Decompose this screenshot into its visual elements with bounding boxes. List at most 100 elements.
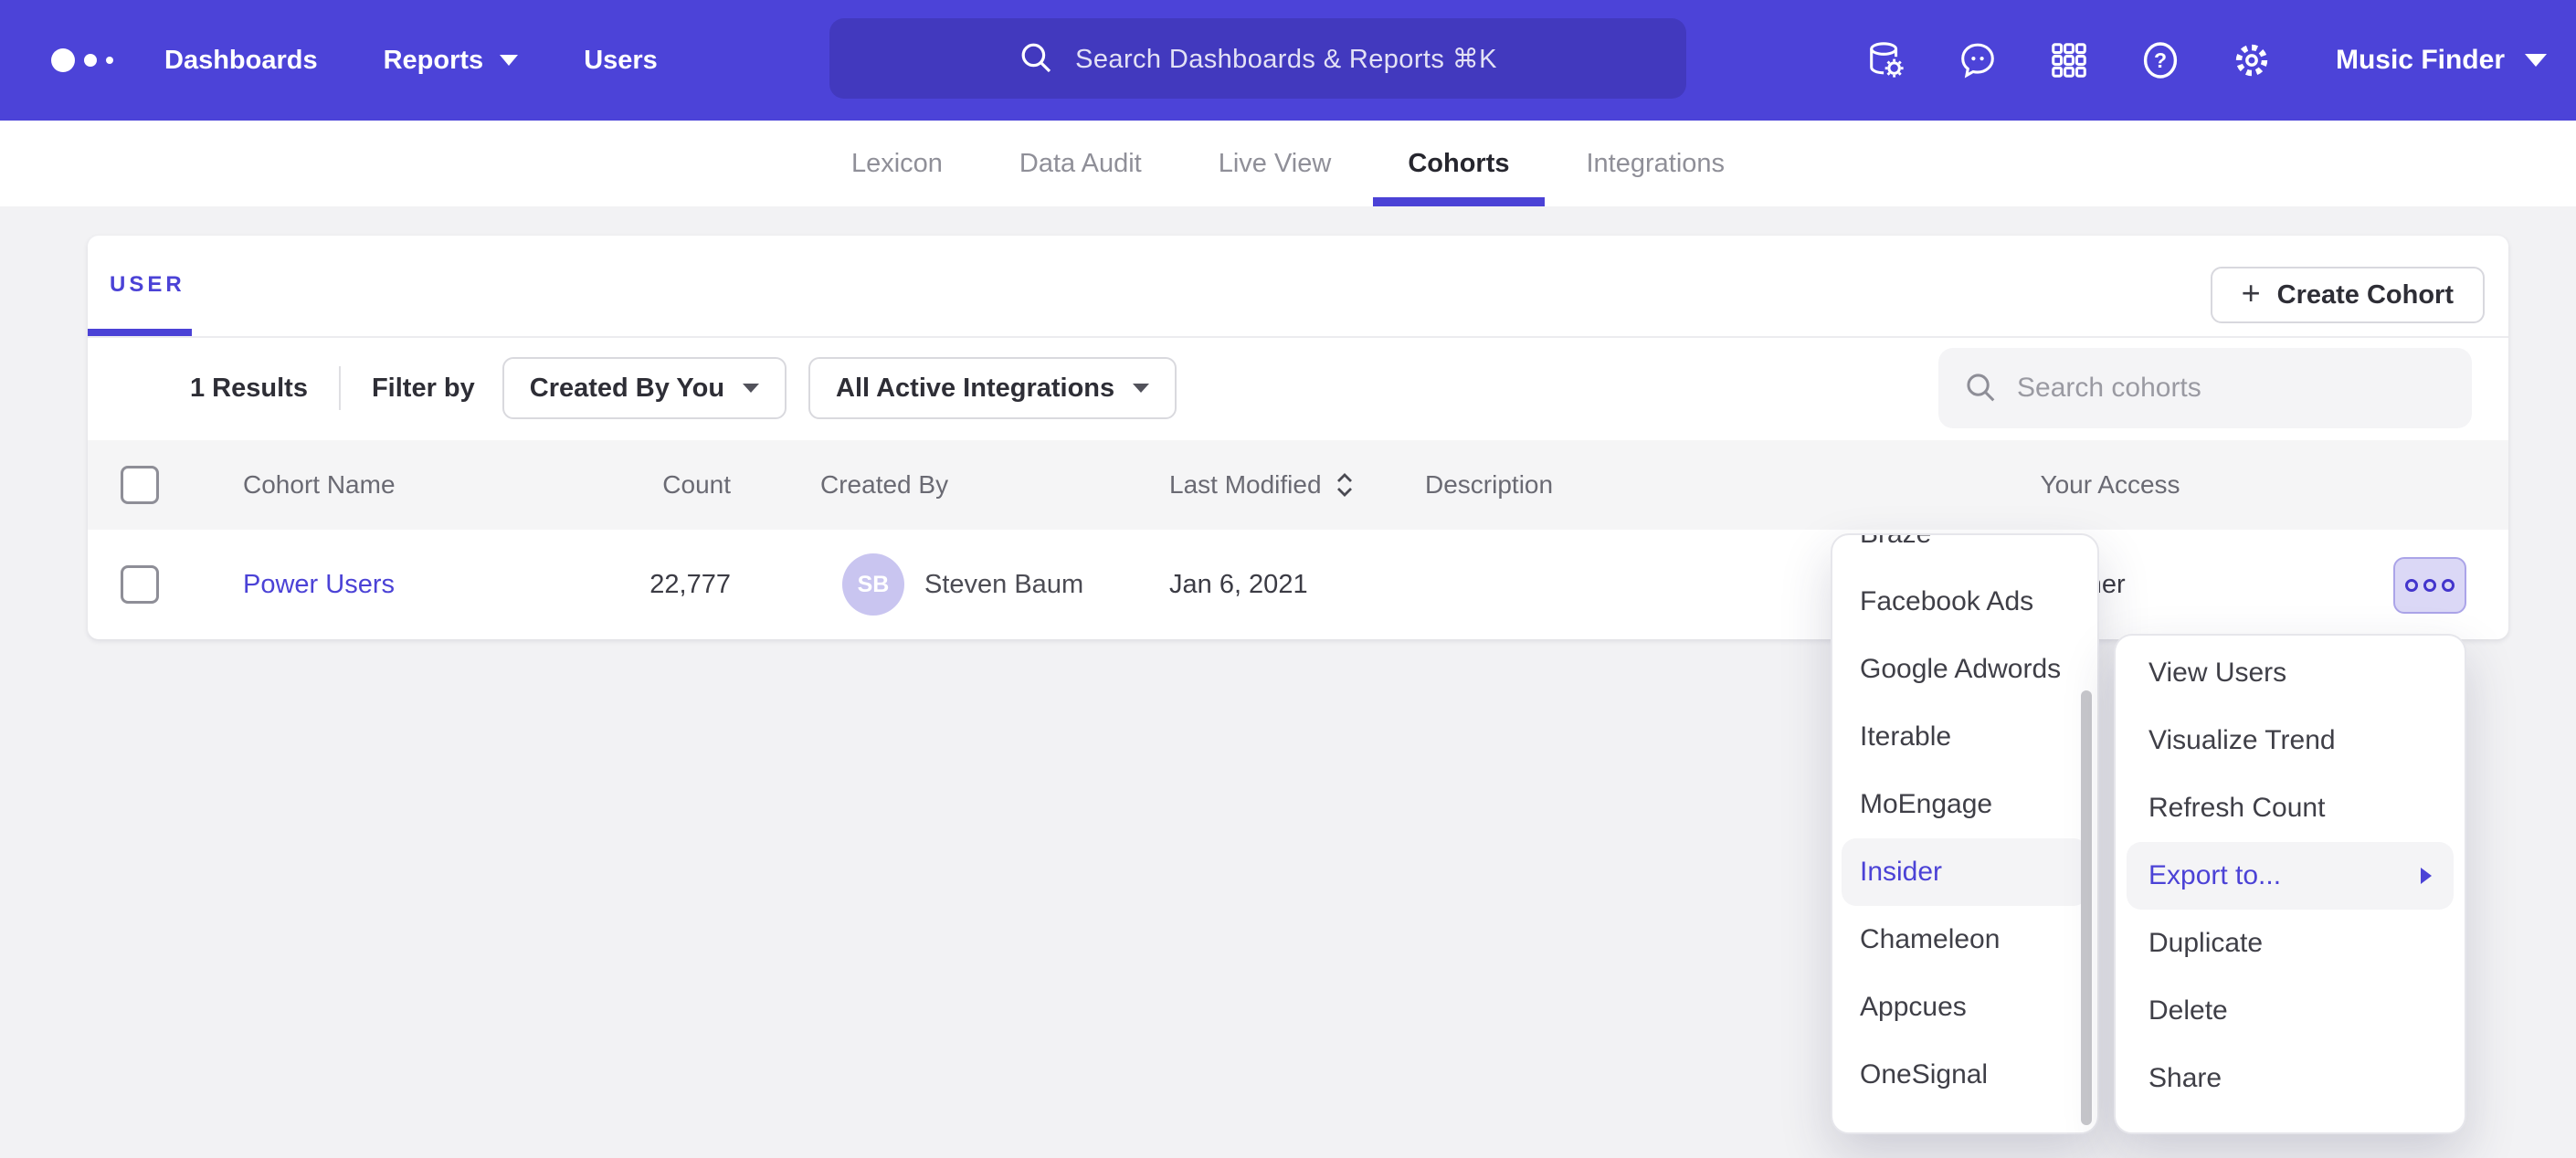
menu-item-delete[interactable]: Delete <box>2116 977 2465 1045</box>
help-icon[interactable]: ? <box>2138 38 2182 82</box>
project-switcher[interactable]: Music Finder <box>2336 45 2547 76</box>
nav-item-reports[interactable]: Reports <box>384 46 519 76</box>
created-by-filter-dropdown[interactable]: Created By You <box>502 357 787 419</box>
filter-bar: 1 Results Filter by Created By You All A… <box>88 336 2508 440</box>
chevron-down-icon <box>2525 54 2547 67</box>
question-circle-glyph: ? <box>2138 38 2182 82</box>
menu-item-share[interactable]: Share <box>2116 1045 2465 1112</box>
plus-icon: + <box>2242 277 2261 310</box>
select-all-checkbox[interactable] <box>121 466 159 504</box>
submenu-item-braze[interactable]: Braze <box>1832 533 2097 568</box>
menu-item-label: Duplicate <box>2148 928 2263 959</box>
grid-glyph <box>2048 39 2090 81</box>
last-modified-label: Last Modified <box>1169 470 1322 500</box>
submenu-item-label: OneSignal <box>1860 1059 1988 1090</box>
tab-label: Lexicon <box>851 149 943 179</box>
menu-item-label: Export to... <box>2148 860 2281 891</box>
submenu-item-onesignal[interactable]: OneSignal <box>1832 1041 2097 1109</box>
menu-item-label: Visualize Trend <box>2148 725 2336 756</box>
column-header-cohort-name: Cohort Name <box>210 470 603 500</box>
settings-gear-icon[interactable] <box>2230 38 2274 82</box>
integrations-filter-dropdown[interactable]: All Active Integrations <box>808 357 1177 419</box>
submenu-item-iterable[interactable]: Iterable <box>1832 703 2097 771</box>
table-header-row: Cohort Name Count Created By Last Modifi… <box>88 440 2508 530</box>
chevron-down-icon <box>500 55 518 66</box>
nav-item-users[interactable]: Users <box>584 46 658 76</box>
submenu-item-label: Iterable <box>1860 721 1951 753</box>
card-header: USER + Create Cohort <box>88 236 2508 336</box>
row-checkbox[interactable] <box>121 565 159 604</box>
chevron-down-icon <box>743 384 759 393</box>
tab-integrations[interactable]: Integrations <box>1587 121 1726 206</box>
submenu-item-label: Facebook Ads <box>1860 586 2033 617</box>
tab-cohorts[interactable]: Cohorts <box>1408 121 1509 206</box>
submenu-item-label: Google Adwords <box>1860 654 2061 685</box>
feedback-icon[interactable] <box>1956 38 2000 82</box>
ellipsis-dot-icon <box>2423 579 2436 592</box>
submenu-item-label: Insider <box>1860 857 1942 888</box>
database-gear-glyph <box>1865 39 1907 81</box>
active-tab-underline <box>88 329 192 336</box>
create-cohort-button[interactable]: + Create Cohort <box>2211 267 2485 323</box>
menu-item-label: View Users <box>2148 658 2286 689</box>
nav-item-label: Reports <box>384 46 484 76</box>
results-count: 1 Results <box>190 374 308 404</box>
column-header-your-access: Your Access <box>1900 470 2320 500</box>
cohorts-card: USER + Create Cohort 1 Results Filter by… <box>88 236 2508 639</box>
logo-dot-large <box>51 48 75 72</box>
submenu-item-insider[interactable]: Insider <box>1842 838 2088 906</box>
column-header-last-modified[interactable]: Last Modified <box>1151 470 1407 500</box>
top-nav-right: ? Music Finder <box>1864 0 2547 121</box>
nav-item-dashboards[interactable]: Dashboards <box>164 46 318 76</box>
menu-item-export-to[interactable]: Export to... <box>2127 842 2454 910</box>
row-checkbox-cell <box>88 565 210 604</box>
submenu-scrollbar-thumb[interactable] <box>2081 690 2092 1125</box>
submenu-item-facebook-ads[interactable]: Facebook Ads <box>1832 568 2097 636</box>
tab-data-audit[interactable]: Data Audit <box>1019 121 1142 206</box>
chevron-down-icon <box>1133 384 1149 393</box>
column-header-description: Description <box>1407 470 1900 500</box>
column-header-count: Count <box>603 470 749 500</box>
tab-label: Live View <box>1219 149 1332 179</box>
menu-item-duplicate[interactable]: Duplicate <box>2116 910 2465 977</box>
cohort-search-input[interactable] <box>2017 373 2419 404</box>
mixpanel-logo-icon[interactable] <box>51 48 113 72</box>
submenu-item-label: Braze <box>1860 533 1931 550</box>
cohort-name-link[interactable]: Power Users <box>243 570 395 599</box>
submenu-item-appcues[interactable]: Appcues <box>1832 974 2097 1041</box>
tab-user-cohorts[interactable]: USER <box>110 272 185 298</box>
menu-item-view-users[interactable]: View Users <box>2116 639 2465 707</box>
data-management-icon[interactable] <box>1864 38 1908 82</box>
row-context-menu: View Users Visualize Trend Refresh Count Ex… <box>2114 634 2466 1134</box>
ellipsis-dot-icon <box>2405 579 2418 592</box>
app-root: Dashboards Reports Users Search Dashboar… <box>0 0 2576 1158</box>
tab-lexicon[interactable]: Lexicon <box>851 121 943 206</box>
table-row: Power Users 22,777 SB Steven Baum Jan 6,… <box>88 530 2508 639</box>
apps-grid-icon[interactable] <box>2047 38 2091 82</box>
created-by-filter-label: Created By You <box>530 374 724 404</box>
submenu-item-moengage[interactable]: MoEngage <box>1832 771 2097 838</box>
submenu-item-google-adwords[interactable]: Google Adwords <box>1832 636 2097 703</box>
filter-by-label: Filter by <box>372 374 475 404</box>
menu-item-visualize-trend[interactable]: Visualize Trend <box>2116 707 2465 774</box>
submenu-item-label: Appcues <box>1860 992 1967 1023</box>
tab-label: Integrations <box>1587 149 1726 179</box>
column-header-created-by: Created By <box>749 470 1151 500</box>
svg-text:?: ? <box>2154 48 2167 72</box>
top-nav-items: Dashboards Reports Users <box>164 46 658 76</box>
create-cohort-label: Create Cohort <box>2277 280 2454 311</box>
row-actions-button[interactable] <box>2393 557 2466 614</box>
submenu-item-label: MoEngage <box>1860 789 1992 820</box>
last-modified-value: Jan 6, 2021 <box>1151 570 1407 600</box>
section-tabs: Lexicon Data Audit Live View Cohorts Integra… <box>0 121 2576 206</box>
created-by-cell: SB Steven Baum <box>749 553 1151 616</box>
speech-bubble-glyph <box>1957 39 1999 81</box>
cohort-search-field[interactable] <box>1938 348 2472 428</box>
menu-item-refresh-count[interactable]: Refresh Count <box>2116 774 2465 842</box>
submenu-item-chameleon[interactable]: Chameleon <box>1832 906 2097 974</box>
tab-label: Data Audit <box>1019 149 1142 179</box>
tab-live-view[interactable]: Live View <box>1219 121 1332 206</box>
global-search-bar[interactable]: Search Dashboards & Reports ⌘K <box>829 18 1686 99</box>
menu-item-label: Refresh Count <box>2148 793 2325 824</box>
search-icon <box>1019 40 1055 77</box>
